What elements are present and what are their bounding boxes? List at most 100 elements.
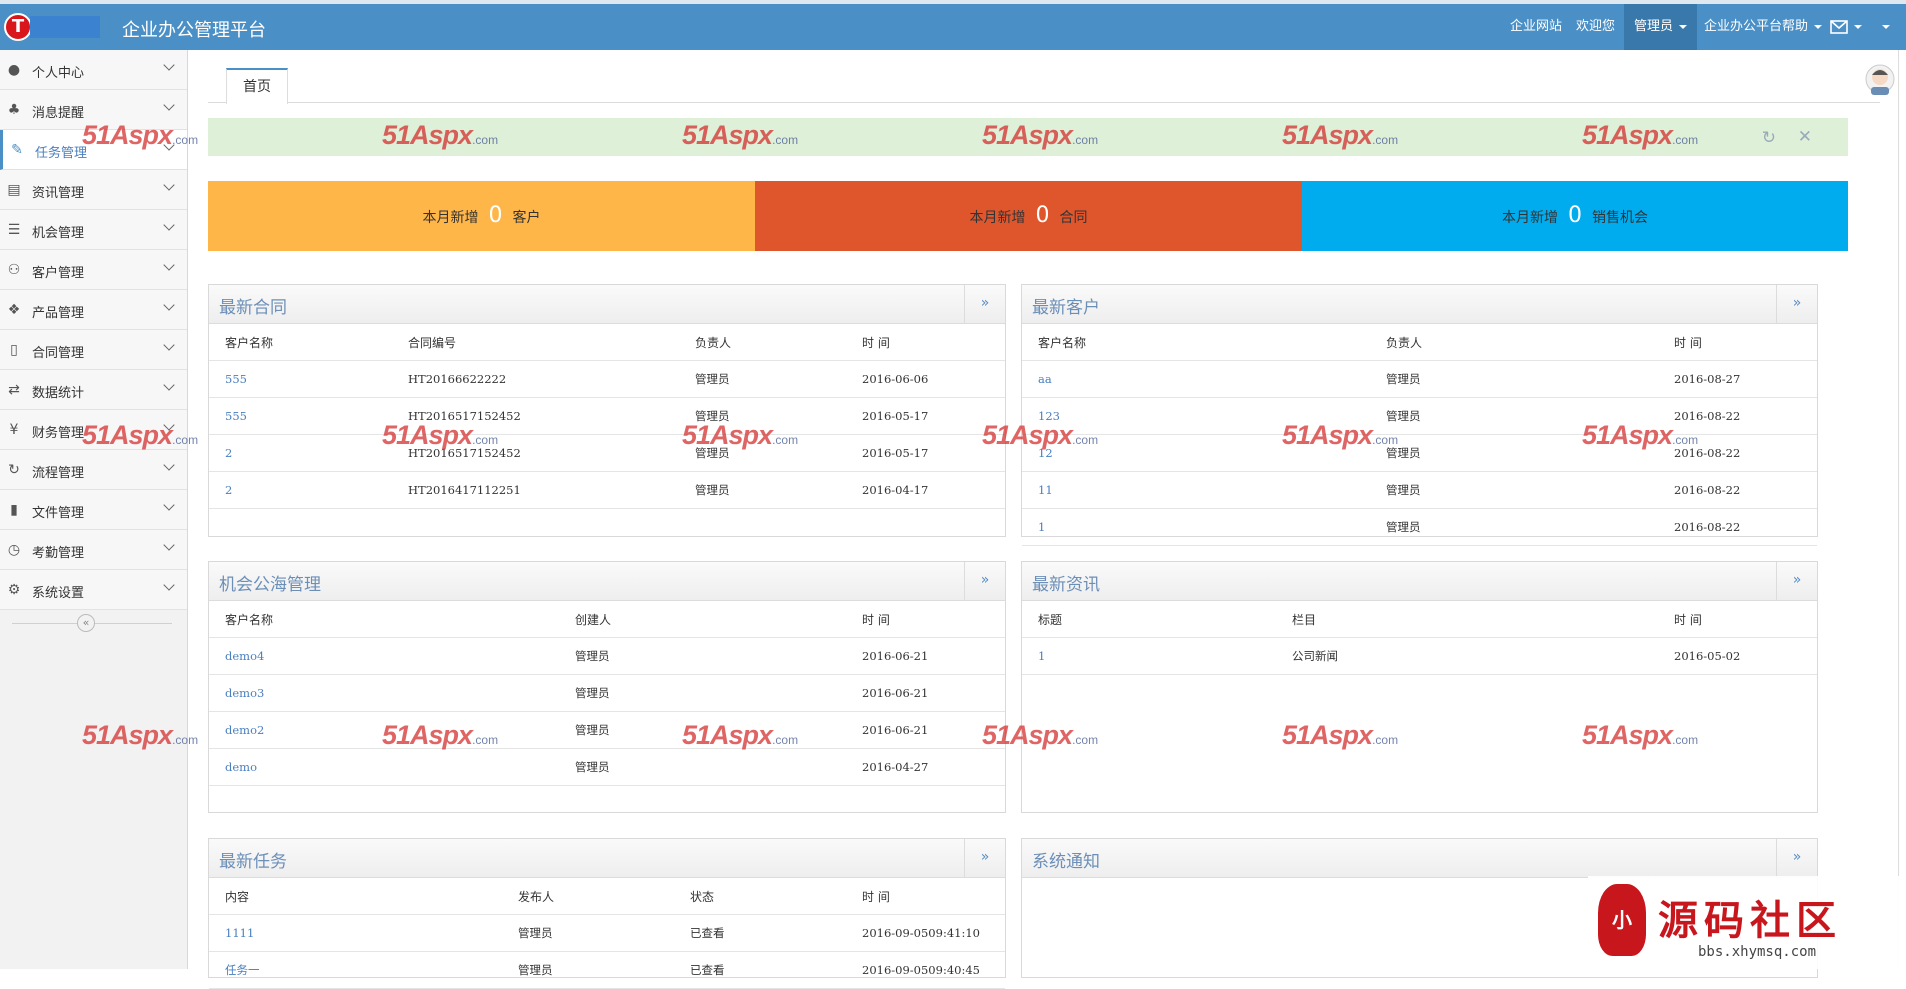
customer-link[interactable]: 1 xyxy=(1022,508,1370,546)
sidebar-item-contracts[interactable]: ▯ 合同管理 xyxy=(0,330,187,370)
watermark-suffix: .com xyxy=(1072,433,1099,447)
cell: 2016-06-21 xyxy=(846,674,1005,712)
panel-latest-news: 最新资讯 » 标题 栏目 时 间 1 公司新闻 2016-05-02 xyxy=(1021,561,1818,813)
panel-more-button[interactable]: » xyxy=(964,562,1005,600)
news-link[interactable]: 1 xyxy=(1022,637,1276,675)
panel-more-button[interactable]: » xyxy=(1776,839,1817,877)
nav-admin-dropdown[interactable]: 管理员 xyxy=(1624,4,1698,50)
stat-unit: 销售机会 xyxy=(1592,210,1648,226)
chevron-down-icon xyxy=(163,219,175,231)
tasks-table: 内容 发布人 状态 时 间 1111 管理员 已查看 2016-09-0509:… xyxy=(209,878,1005,989)
customer-link[interactable]: 2 xyxy=(209,434,392,472)
customer-link[interactable]: 555 xyxy=(209,397,392,435)
clock-icon: ◷ xyxy=(7,542,21,558)
sidebar-item-label: 系统设置 xyxy=(32,586,85,601)
column-header: 内容 xyxy=(209,878,502,915)
panel-header: 系统通知 » xyxy=(1022,839,1817,878)
watermark-suffix: .com xyxy=(1672,733,1699,747)
users-icon: ⚇ xyxy=(7,262,21,278)
task-link[interactable]: 任务一 xyxy=(209,951,502,989)
sidebar-item-label: 客户管理 xyxy=(32,266,85,281)
customer-link[interactable]: 555 xyxy=(209,360,392,398)
refresh-icon[interactable]: ↻ xyxy=(1762,128,1776,148)
panel-more-button[interactable]: » xyxy=(964,285,1005,323)
panel-header: 最新客户 » xyxy=(1022,285,1817,324)
watermark-suffix: .com xyxy=(772,733,799,747)
panel-title: 最新任务 xyxy=(219,852,287,872)
cell: 2016-08-22 xyxy=(1658,508,1817,546)
panel-title: 机会公海管理 xyxy=(219,575,321,595)
customer-link[interactable]: 11 xyxy=(1022,471,1370,509)
customer-link[interactable]: demo4 xyxy=(209,637,559,675)
watermark-suffix: .com xyxy=(1372,733,1399,747)
avatar[interactable] xyxy=(1862,62,1898,98)
panel-more-button[interactable]: » xyxy=(1776,562,1817,600)
nav-welcome: 欢迎您 xyxy=(1576,19,1616,34)
watermark-text: 51Aspx.com xyxy=(982,120,1099,150)
table-row: demo 管理员 2016-04-27 xyxy=(209,748,1005,786)
bell-icon: ♣ xyxy=(7,102,21,118)
sidebar-item-settings[interactable]: ⚙ 系统设置 xyxy=(0,570,187,610)
customer-link[interactable]: aa xyxy=(1022,360,1370,398)
sidebar-item-products[interactable]: ❖ 产品管理 xyxy=(0,290,187,330)
table-row: 555 HT2016517152452 管理员 2016-05-17 xyxy=(209,397,1005,435)
stat-new-contracts: 本月新增 0 合同 xyxy=(755,181,1302,251)
stat-label: 本月新增 xyxy=(1502,210,1558,226)
table-row: 1111 管理员 已查看 2016-09-0509:41:10 xyxy=(209,914,1005,952)
watermark-text: 51Aspx.com xyxy=(982,720,1099,750)
scrollbar-track[interactable] xyxy=(1898,50,1899,969)
panel-header: 最新合同 » xyxy=(209,285,1005,324)
cell: 2016-04-27 xyxy=(846,748,1005,786)
customer-link[interactable]: demo3 xyxy=(209,674,559,712)
task-link[interactable]: 1111 xyxy=(209,914,502,952)
chevron-down-icon xyxy=(163,179,175,191)
panel-title: 最新客户 xyxy=(1032,298,1100,318)
extra-dropdown[interactable] xyxy=(1876,4,1890,50)
panel-header: 最新任务 » xyxy=(209,839,1005,878)
sidebar-item-opportunities[interactable]: ☰ 机会管理 xyxy=(0,210,187,250)
nav-admin-label: 管理员 xyxy=(1634,19,1674,34)
mail-dropdown[interactable] xyxy=(1830,4,1862,50)
watermark-text: 51Aspx.com xyxy=(382,720,499,750)
sidebar-item-workflow[interactable]: ↻ 流程管理 xyxy=(0,450,187,490)
chevron-down-icon xyxy=(163,499,175,511)
cell: 管理员 xyxy=(559,637,846,675)
site-logo-mark: 小 xyxy=(1598,884,1646,956)
retweet-icon: ↻ xyxy=(8,462,20,478)
table-row: demo3 管理员 2016-06-21 xyxy=(209,674,1005,712)
nav-help-dropdown[interactable]: 企业办公平台帮助 xyxy=(1704,4,1823,50)
panel-more-button[interactable]: » xyxy=(1776,285,1817,323)
list-icon: ☰ xyxy=(7,222,21,238)
chevron-down-icon xyxy=(163,339,175,351)
sidebar-item-customers[interactable]: ⚇ 客户管理 xyxy=(0,250,187,290)
dropbox-icon: ❖ xyxy=(7,302,21,318)
sidebar-item-statistics[interactable]: ⇄ 数据统计 xyxy=(0,370,187,410)
stat-value: 0 xyxy=(1568,203,1582,228)
cell: 2016-04-17 xyxy=(846,471,1005,509)
table-row: 555 HT20166622222 管理员 2016-06-06 xyxy=(209,360,1005,398)
watermark-suffix: .com xyxy=(1072,133,1099,147)
watermark-suffix: .com xyxy=(472,733,499,747)
watermark-text: 51Aspx.com xyxy=(1282,120,1399,150)
customer-link[interactable]: demo xyxy=(209,748,559,786)
cell: 管理员 xyxy=(679,471,846,509)
sidebar-item-personal-center[interactable]: ● 个人中心 xyxy=(0,50,187,90)
panel-more-button[interactable]: » xyxy=(964,839,1005,877)
sidebar-item-files[interactable]: ▮ 文件管理 xyxy=(0,490,187,530)
tab-home[interactable]: 首页 xyxy=(226,68,288,104)
sidebar-item-news[interactable]: ▤ 资讯管理 xyxy=(0,170,187,210)
sidebar-item-attendance[interactable]: ◷ 考勤管理 xyxy=(0,530,187,570)
chevron-down-icon xyxy=(163,379,175,391)
watermark-text: 51Aspx.com xyxy=(1282,420,1399,450)
cell: 管理员 xyxy=(559,748,846,786)
sidebar-item-label: 资讯管理 xyxy=(32,186,85,201)
nav-company-site[interactable]: 企业网站 xyxy=(1510,4,1562,50)
column-header: 时 间 xyxy=(1658,601,1817,638)
customer-link[interactable]: 2 xyxy=(209,471,392,509)
caret-down-icon xyxy=(1882,24,1890,29)
cell: 管理员 xyxy=(1370,508,1658,546)
watermark-suffix: .com xyxy=(1372,433,1399,447)
sidebar-collapse-button[interactable]: « xyxy=(77,614,95,632)
close-icon[interactable]: ✕ xyxy=(1798,127,1812,147)
watermark-text: 51Aspx.com xyxy=(1282,720,1399,750)
